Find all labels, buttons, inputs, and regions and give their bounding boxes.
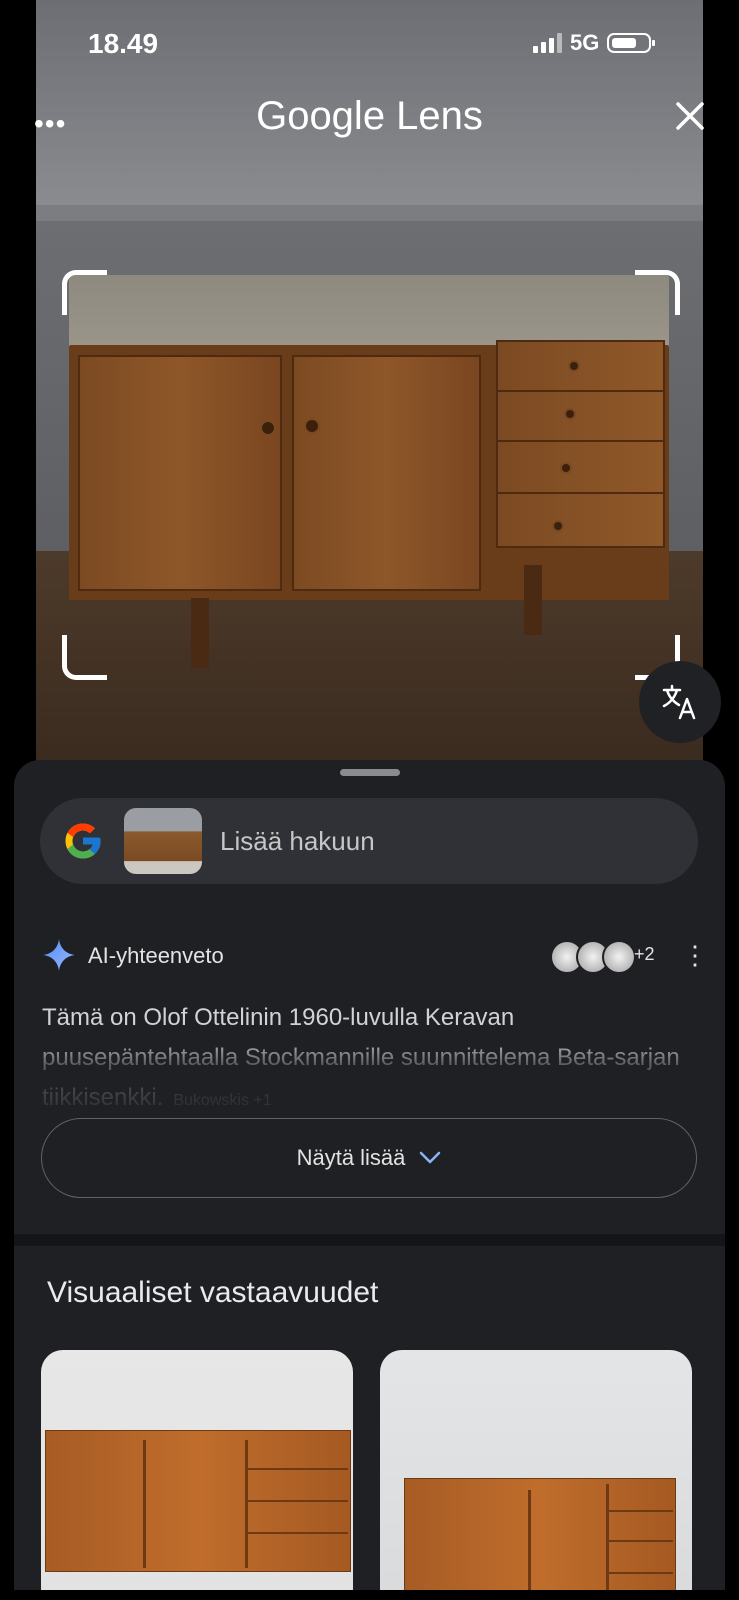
drawer-line [248,1500,348,1502]
ai-overview-label: AI-yhteenveto [88,943,224,968]
sideboard-drawer [496,492,665,548]
crop-handle-top-left[interactable] [62,270,107,315]
battery-icon [607,33,656,53]
sideboard-drawer [496,390,665,444]
ai-overview-text: Tämä on Olof Ottelinin 1960-luvulla Kera… [42,998,702,1118]
search-input[interactable]: Lisää hakuun [220,826,375,857]
section-divider [14,1234,725,1246]
drawer-line [248,1468,348,1470]
door-seam [143,1440,146,1568]
source-avatars[interactable] [550,940,636,974]
drawer-knob [564,408,576,420]
query-thumbnail[interactable] [124,808,202,874]
drawer-knob [560,462,572,474]
sideboard-door-right [292,355,481,591]
door-knob [304,418,320,434]
search-bar[interactable]: Lisää hakuun [40,798,698,884]
door-seam [528,1490,531,1590]
gemini-sparkle-icon [43,939,75,971]
status-time: 18.49 [88,28,159,59]
visual-matches-title: Visuaaliset vastaavuudet [47,1276,379,1309]
sideboard-door-left [78,355,282,591]
google-logo-icon [65,823,101,859]
drawer-seam [606,1484,609,1590]
sources-more-count[interactable]: +2 [634,944,655,965]
app-title: Google Lens [256,94,483,138]
source-chip[interactable]: Bukowskis +1 [173,1081,271,1118]
drawer-line [248,1532,348,1534]
sideboard-leg [191,598,209,668]
sideboard-leg [524,565,542,635]
drawer-seam [245,1440,248,1568]
translate-button[interactable] [639,661,721,743]
status-icons: 5G [533,30,656,56]
drag-handle[interactable] [340,769,400,776]
window-sill [36,205,703,221]
door-knob [260,420,276,436]
drawer-line [609,1572,673,1574]
translate-icon [662,684,696,720]
sideboard-drawer [496,440,665,494]
more-vertical-icon[interactable]: ⋮ [682,940,708,971]
chevron-down-icon [420,1151,441,1164]
network-type: 5G [570,30,600,55]
source-avatar [602,940,636,974]
visual-match-card[interactable] [41,1350,353,1590]
sideboard-drawer [496,340,665,394]
ai-overview-summary: Tämä on Olof Ottelinin 1960-luvulla Kera… [42,1004,680,1111]
ai-overview-header: AI-yhteenveto +2 ⋮ [42,938,708,978]
drawer-knob [568,360,580,372]
show-more-label: Näytä lisää [296,1145,406,1170]
drawer-knob [552,520,564,532]
crop-handle-bottom-left[interactable] [62,635,107,680]
signal-icon [533,33,562,53]
crop-handle-top-right[interactable] [635,270,680,315]
visual-match-card[interactable] [380,1350,692,1590]
results-sheet: Lisää hakuun AI-yhteenveto +2 ⋮ Tämä on … [14,760,725,1590]
close-icon[interactable] [674,100,706,132]
show-more-button[interactable]: Näytä lisää [41,1118,697,1198]
sideboard-top [69,275,669,350]
drawer-line [609,1510,673,1512]
drawer-line [609,1540,673,1542]
